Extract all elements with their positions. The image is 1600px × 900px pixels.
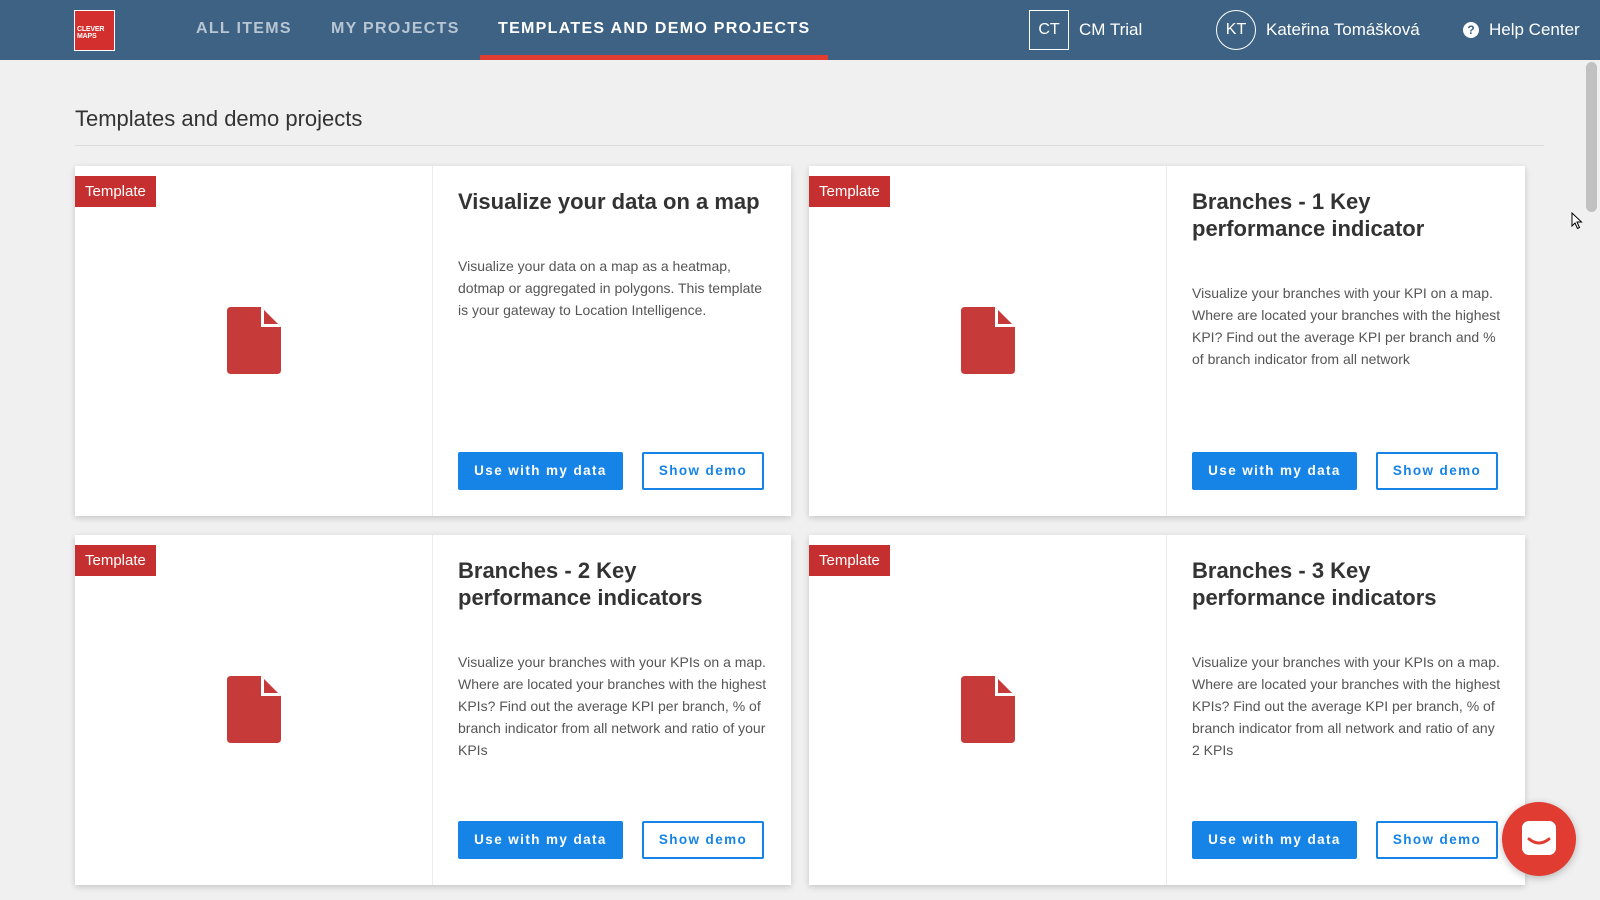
tab-my-projects[interactable]: MY PROJECTS [331, 0, 460, 60]
document-icon [227, 676, 281, 743]
user-menu[interactable]: Kateřina Tomášková [1266, 0, 1420, 60]
tab-all-items[interactable]: ALL ITEMS [196, 0, 292, 60]
tab-templates-and-demo-projects[interactable]: TEMPLATES AND DEMO PROJECTS [479, 0, 829, 60]
template-card: Template Visualize your data on a map Vi… [75, 166, 791, 516]
help-center-link[interactable]: Help Center [1489, 0, 1580, 60]
template-card: Template Branches - 1 Key performance in… [809, 166, 1525, 516]
card-preview: Template [809, 535, 1167, 885]
card-title: Branches - 1 Key performance indicator [1192, 189, 1425, 241]
show-demo-button[interactable]: Show demo [642, 821, 764, 859]
card-description: Visualize your branches with your KPIs o… [1192, 654, 1501, 758]
page-scrollbar[interactable] [1582, 60, 1600, 900]
title-divider [75, 145, 1544, 146]
template-card: Template Branches - 3 Key performance in… [809, 535, 1525, 885]
project-switcher[interactable]: CM Trial [1079, 0, 1142, 60]
show-demo-button[interactable]: Show demo [1376, 452, 1498, 490]
top-navigation-bar: CLEVER MAPS ALL ITEMS MY PROJECTS TEMPLA… [0, 0, 1600, 60]
document-icon [227, 307, 281, 374]
user-avatar[interactable]: KT [1216, 10, 1256, 50]
card-content: Branches - 3 Key performance indicators … [1192, 535, 1502, 885]
card-content: Branches - 1 Key performance indicator V… [1192, 166, 1502, 516]
show-demo-button[interactable]: Show demo [1376, 821, 1498, 859]
card-title: Visualize your data on a map [458, 189, 760, 214]
chat-icon [1522, 821, 1556, 855]
card-preview: Template [809, 166, 1167, 516]
template-badge: Template [809, 545, 890, 576]
card-content: Visualize your data on a map Visualize y… [458, 166, 768, 516]
use-with-my-data-button[interactable]: Use with my data [458, 821, 623, 859]
template-card: Template Branches - 2 Key performance in… [75, 535, 791, 885]
card-preview: Template [75, 166, 433, 516]
show-demo-button[interactable]: Show demo [642, 452, 764, 490]
template-badge: Template [809, 176, 890, 207]
mouse-cursor-icon [1571, 212, 1583, 230]
card-preview: Template [75, 535, 433, 885]
project-avatar[interactable]: CT [1029, 10, 1069, 50]
document-icon [961, 307, 1015, 374]
scrollbar-thumb[interactable] [1586, 62, 1597, 212]
page-title: Templates and demo projects [75, 106, 363, 131]
template-badge: Template [75, 176, 156, 207]
card-description: Visualize your data on a map as a heatma… [458, 258, 763, 318]
card-title: Branches - 2 Key performance indicators [458, 558, 703, 610]
chat-launcher-button[interactable] [1502, 802, 1576, 876]
card-title: Branches - 3 Key performance indicators [1192, 558, 1437, 610]
card-description: Visualize your branches with your KPIs o… [458, 654, 767, 758]
template-badge: Template [75, 545, 156, 576]
document-icon [961, 676, 1015, 743]
card-content: Branches - 2 Key performance indicators … [458, 535, 768, 885]
card-description: Visualize your branches with your KPI on… [1192, 285, 1501, 367]
use-with-my-data-button[interactable]: Use with my data [458, 452, 623, 490]
use-with-my-data-button[interactable]: Use with my data [1192, 821, 1357, 859]
clever-maps-logo[interactable]: CLEVER MAPS [74, 10, 115, 51]
question-circle-icon[interactable]: ? [1463, 22, 1479, 38]
use-with-my-data-button[interactable]: Use with my data [1192, 452, 1357, 490]
